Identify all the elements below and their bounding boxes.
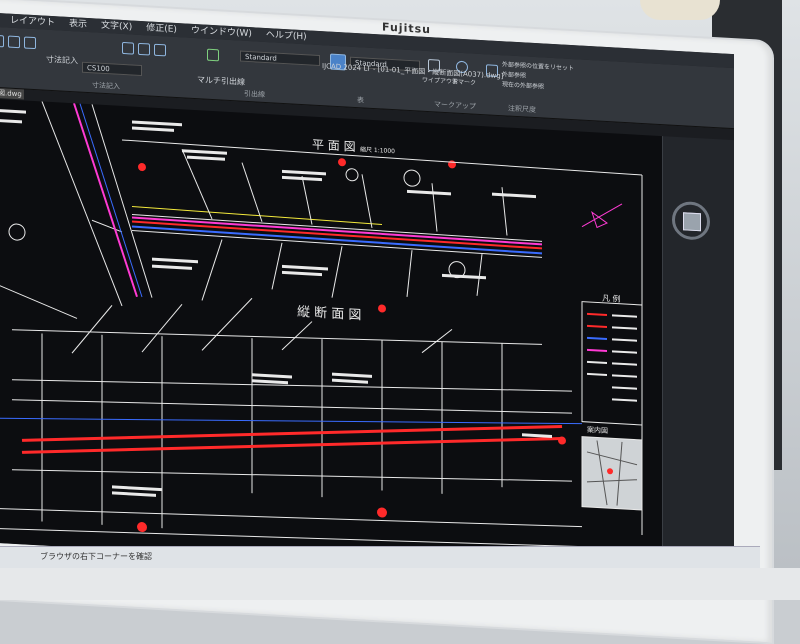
dim-style-select[interactable]: CS100 — [82, 61, 142, 77]
group-label-annotation: 注釈尺度 — [508, 104, 536, 115]
plan-title: 平 面 図 — [312, 138, 356, 154]
aligned-dim-icon[interactable] — [8, 35, 20, 49]
profile-pipe-red-1 — [21, 425, 563, 442]
group-label-table: 表 — [357, 96, 364, 105]
legend-title: 凡 例 — [602, 293, 621, 304]
multileader-icon[interactable] — [207, 48, 219, 62]
legend-text-blocks — [612, 314, 637, 402]
taskbar: ブラウザの右下コーナーを確認 — [0, 546, 760, 569]
pipe-blue-branch — [79, 103, 143, 298]
profile-leaders — [71, 297, 453, 354]
north-arrow-symbol — [581, 203, 623, 229]
screen: レイアウト 表示 文字(X) 修正(E) ウインドウ(W) ヘルプ(H) 寸法記… — [0, 12, 734, 585]
pipe-yellow-plan — [131, 205, 383, 225]
road-edge-left — [41, 101, 123, 307]
plan-scale: 縮尺 1:1000 — [360, 145, 395, 155]
tolerance-icon[interactable] — [154, 43, 166, 57]
xref-current-item[interactable]: 現在の外部参照 — [502, 79, 544, 90]
cad-drawing: 平 面 図 縮尺 1:1000 縦 断 面 図 凡 例 案内図 — [0, 101, 643, 548]
monitor-brand: Fujitsu — [382, 20, 431, 37]
leader-icon[interactable] — [122, 41, 134, 55]
radius-dim-icon[interactable] — [24, 36, 36, 50]
profile-pipe-blue — [0, 417, 583, 425]
road-edge-left-2 — [0, 277, 78, 319]
drawing-canvas[interactable]: 平 面 図 縮尺 1:1000 縦 断 面 図 凡 例 案内図 — [0, 98, 662, 581]
main-road-top — [131, 213, 543, 242]
group-label-dim: 寸法記入 — [92, 81, 120, 91]
dim-button[interactable]: 寸法記入 — [46, 54, 78, 67]
pipe-magenta-branch — [73, 102, 138, 298]
center-mark-icon[interactable] — [138, 42, 150, 56]
group-label-leader: 引出線 — [244, 89, 265, 99]
desk-shelf — [0, 568, 800, 600]
multileader-button[interactable]: マルチ引出線 — [197, 74, 245, 88]
xref-list-item[interactable]: 外部参照 — [502, 69, 526, 79]
profile-title: 縦 断 面 図 — [297, 305, 361, 324]
legend-swatches — [587, 312, 607, 377]
desk-mug — [640, 0, 720, 20]
document-tab[interactable]: 平面図.dwg — [0, 87, 24, 100]
road-outline — [0, 101, 543, 319]
leader-style-select[interactable]: Standard — [240, 50, 320, 67]
linear-dim-icon[interactable] — [0, 34, 4, 48]
road-edge-right — [91, 104, 153, 298]
location-map-title: 案内図 — [587, 425, 608, 435]
taskbar-status: ブラウザの右下コーナーを確認 — [40, 552, 152, 561]
manhole-symbols — [8, 168, 466, 279]
group-label-markup: マークアップ — [434, 100, 476, 111]
menu-item-view[interactable]: 表示 — [69, 17, 87, 32]
